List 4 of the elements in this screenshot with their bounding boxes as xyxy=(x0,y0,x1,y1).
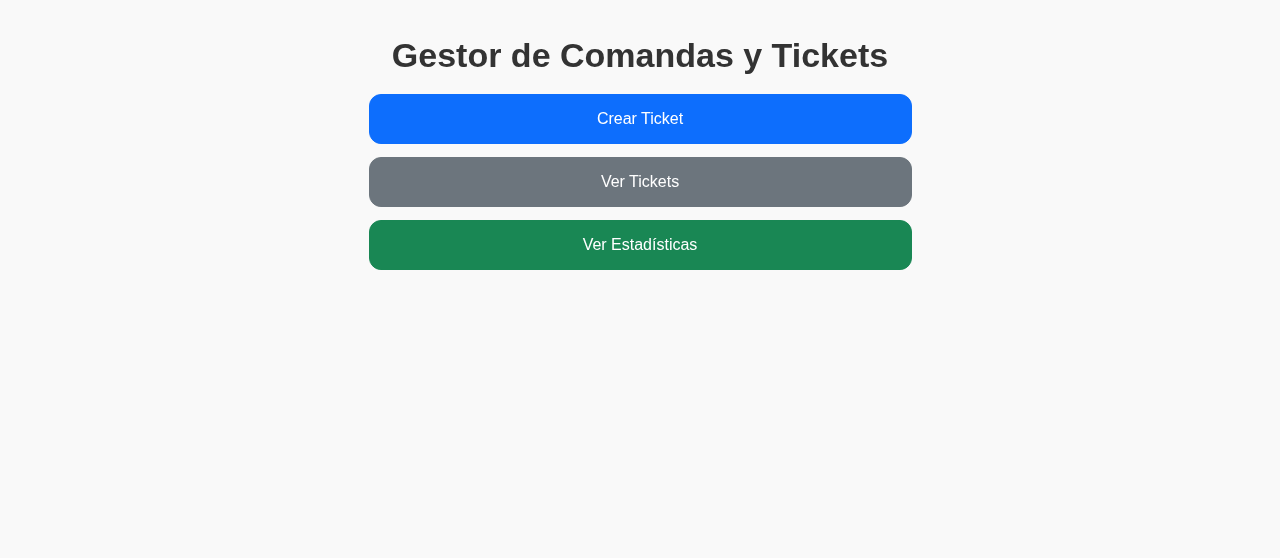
page-title: Gestor de Comandas y Tickets xyxy=(391,35,889,76)
menu-button[interactable]: Ver Estadísticas xyxy=(368,220,912,270)
menu-button[interactable]: Ver Tickets xyxy=(368,157,912,207)
menu-button[interactable]: Crear Ticket xyxy=(368,94,912,144)
